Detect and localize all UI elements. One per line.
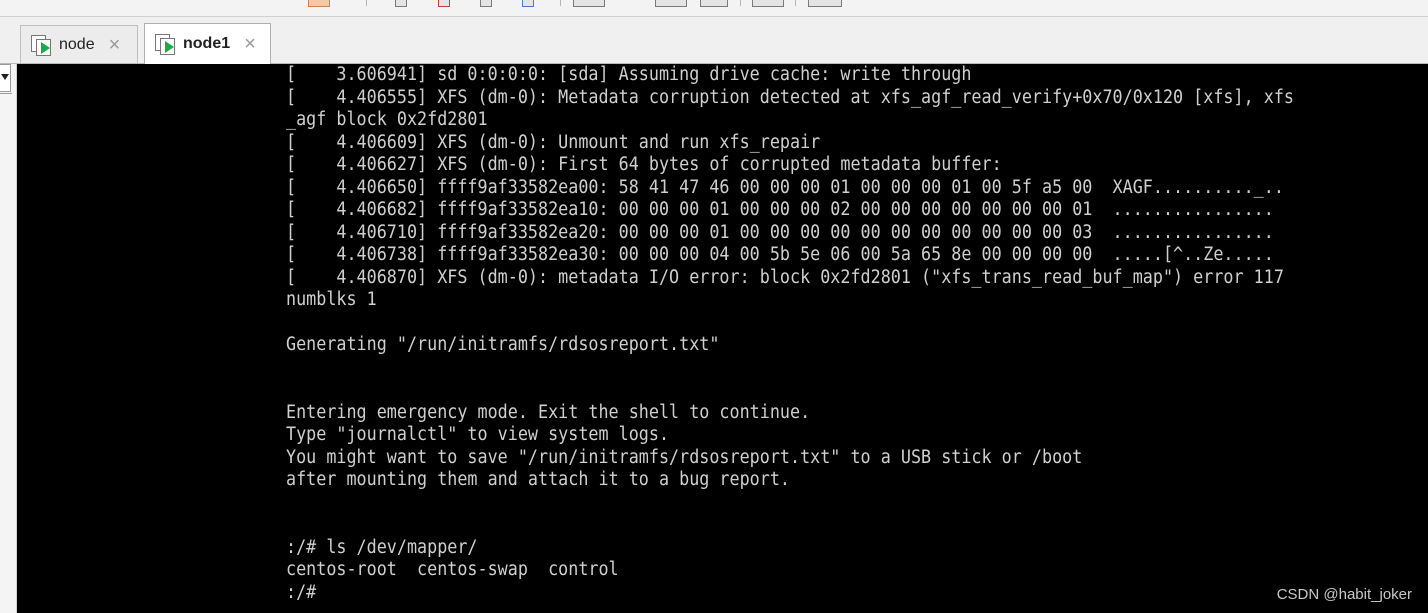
toolbar-button[interactable] — [655, 0, 687, 7]
tab-node1[interactable]: node1 × — [144, 23, 271, 64]
toolbar — [0, 0, 1428, 17]
toolbar-button[interactable] — [308, 0, 330, 7]
toolbar-button[interactable] — [573, 0, 605, 7]
toolbar-button[interactable] — [438, 0, 450, 7]
toolbar-separator — [740, 0, 741, 6]
console-output: [ 3.606941] sd 0:0:0:0: [sda] Assuming d… — [286, 64, 1294, 603]
toolbar-separator — [795, 0, 796, 6]
close-icon[interactable]: × — [244, 34, 256, 54]
divider — [0, 93, 12, 94]
toolbar-button[interactable] — [480, 0, 492, 7]
library-panel-edge — [0, 64, 17, 613]
watermark: CSDN @habit_joker — [1276, 586, 1412, 603]
vm-icon — [31, 34, 53, 56]
tab-node[interactable]: node × — [20, 25, 138, 63]
vm-icon — [155, 33, 177, 55]
toolbar-button[interactable] — [395, 0, 407, 7]
chevron-down-icon — [1, 74, 9, 80]
toolbar-button[interactable] — [522, 0, 534, 7]
toolbar-separator — [560, 0, 561, 6]
close-icon[interactable]: × — [109, 35, 121, 55]
toolbar-button[interactable] — [700, 0, 728, 7]
vm-console[interactable]: [ 3.606941] sd 0:0:0:0: [sda] Assuming d… — [17, 64, 1428, 613]
dropdown-button[interactable] — [0, 64, 11, 92]
tab-bar: node × node1 × — [0, 17, 1428, 64]
tab-label: node1 — [183, 35, 231, 52]
tab-label: node — [59, 35, 95, 53]
toolbar-button[interactable] — [752, 0, 784, 7]
toolbar-button[interactable] — [808, 0, 842, 7]
toolbar-separator — [366, 0, 367, 6]
